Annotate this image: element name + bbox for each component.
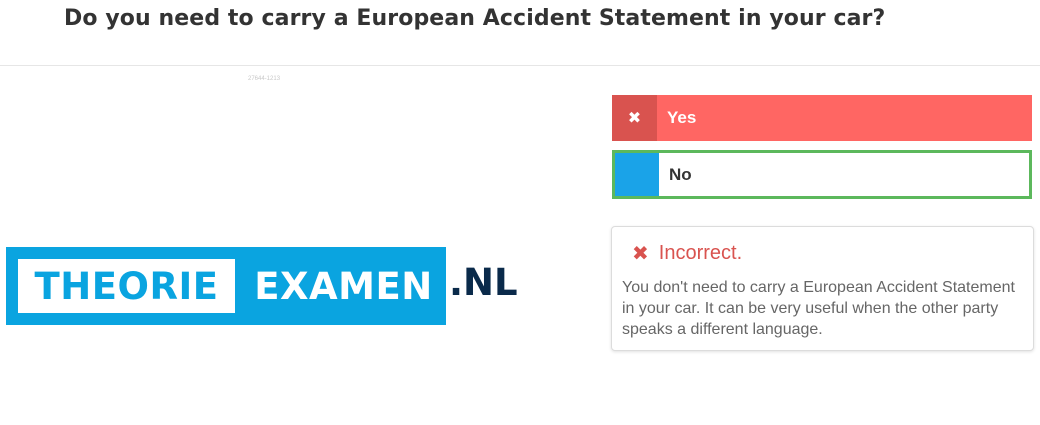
image-id: 27644-1213	[248, 76, 281, 82]
question-image: 27644-1213 THEORIE EXAMEN .NL	[0, 67, 600, 425]
answer-option-yes[interactable]: ✖ Yes	[612, 95, 1032, 141]
answer-label-yes: Yes	[667, 108, 697, 127]
logo-left-inner: THEORIE	[18, 259, 235, 313]
feedback-panel: ✖ Incorrect. You don't need to carry a E…	[611, 226, 1034, 351]
logo-right-box: EXAMEN	[241, 247, 446, 325]
question-title: Do you need to carry a European Accident…	[64, 6, 886, 31]
feedback-header: ✖ Incorrect.	[632, 241, 742, 266]
answer-option-no[interactable]: No	[612, 150, 1032, 199]
answer-marker-no	[615, 153, 659, 196]
logo-text-theorie: THEORIE	[34, 264, 219, 308]
close-icon: ✖	[612, 95, 657, 141]
close-icon: ✖	[632, 243, 649, 265]
answer-label-no: No	[669, 164, 692, 184]
feedback-explanation: You don't need to carry a European Accid…	[622, 279, 1015, 338]
feedback-title: Incorrect.	[658, 242, 743, 264]
question-header: Do you need to carry a European Accident…	[0, 0, 1040, 66]
logo-left-box: THEORIE	[6, 247, 241, 325]
logo-text-tld: .NL	[449, 261, 518, 304]
logo-text-examen: EXAMEN	[254, 264, 433, 308]
